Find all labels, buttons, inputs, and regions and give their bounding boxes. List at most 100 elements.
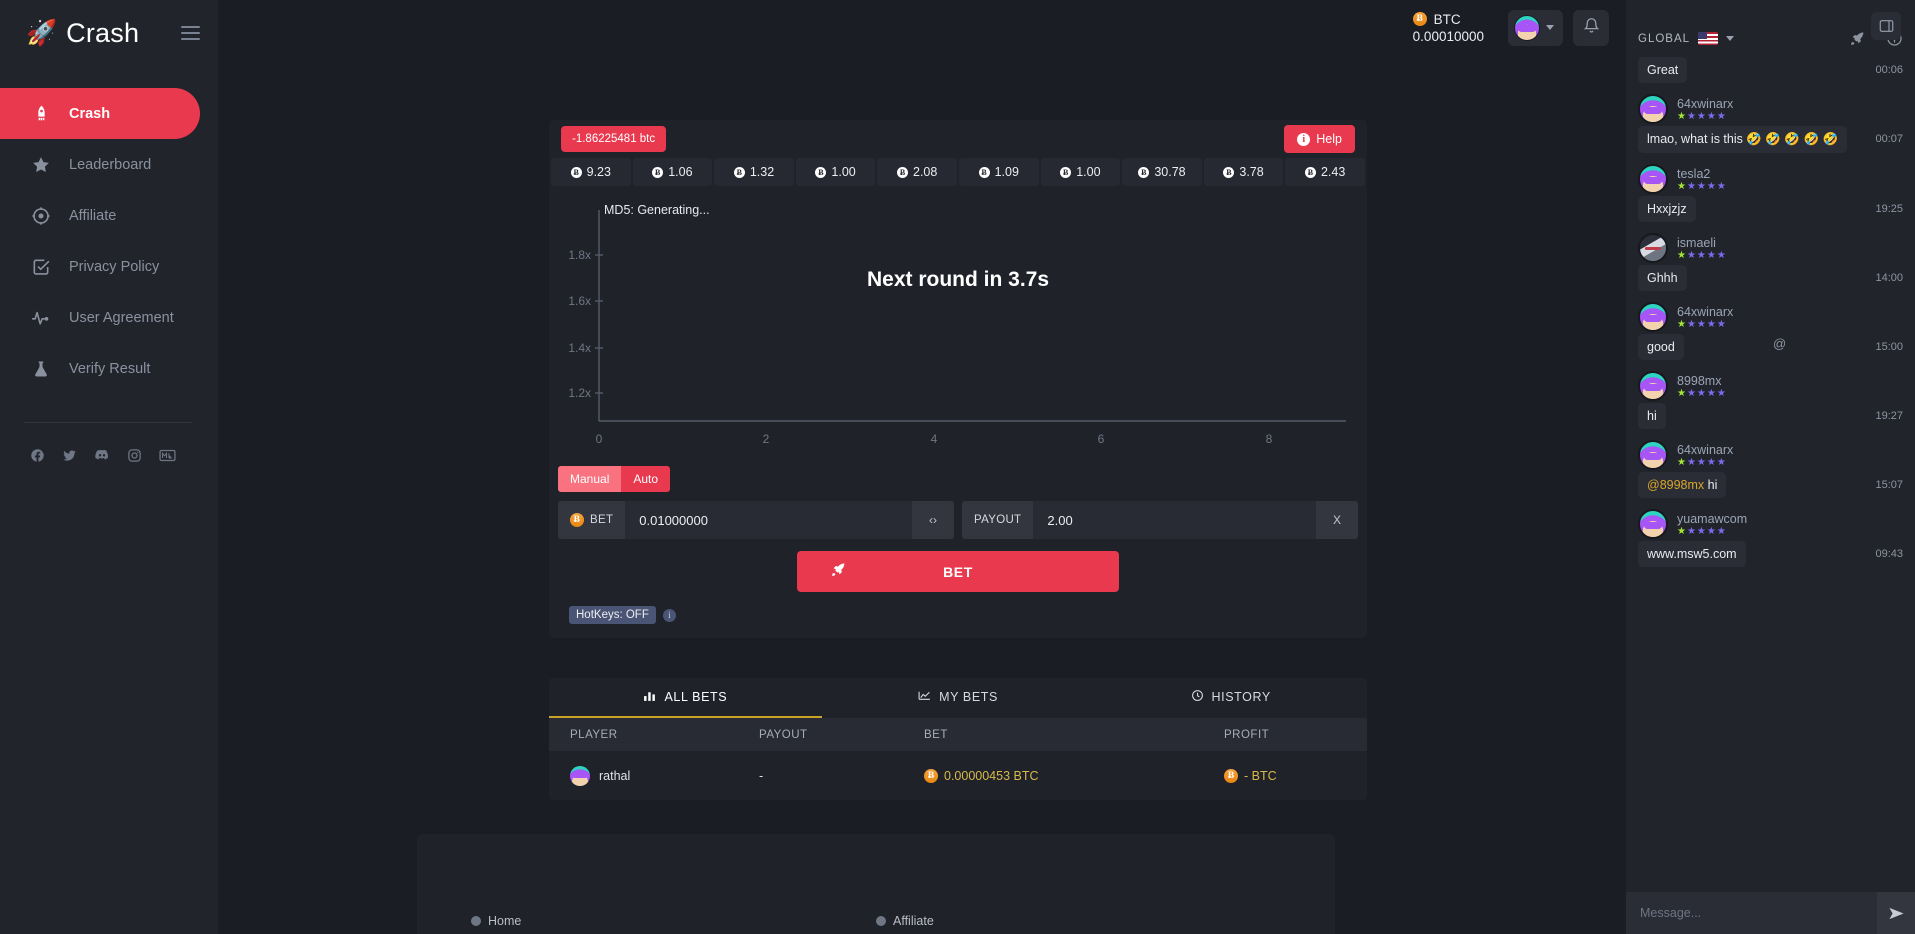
chat-timestamp: 09:43 <box>1875 541 1903 560</box>
chat-message-author[interactable]: 64xwinarx★★★★★ <box>1638 440 1903 470</box>
svg-text:0: 0 <box>596 432 603 446</box>
chat-message-line: hi19:27 <box>1638 403 1903 429</box>
brand[interactable]: 🚀 Crash <box>26 18 139 49</box>
swap-icon[interactable]: ‹› <box>912 501 954 539</box>
bitcoin-icon: Ƀ <box>897 167 908 178</box>
account-menu-button[interactable] <box>1508 10 1563 46</box>
chat-message-input[interactable] <box>1626 892 1877 934</box>
sidebar-item-verify-result[interactable]: Verify Result <box>0 343 200 394</box>
chat-bubble[interactable]: www.msw5.com <box>1638 541 1746 567</box>
avatar <box>570 766 590 786</box>
history-chip[interactable]: Ƀ30.78 <box>1122 158 1202 186</box>
chat-message-line: good@15:00 <box>1638 334 1903 360</box>
chat-mention[interactable]: @8998mx <box>1647 478 1704 492</box>
instagram-icon[interactable] <box>127 448 142 463</box>
chevron-down-icon[interactable] <box>1726 36 1734 41</box>
payout-input[interactable] <box>1033 513 1316 528</box>
chat-message-author[interactable]: 64xwinarx★★★★★ <box>1638 94 1903 124</box>
history-chip[interactable]: Ƀ2.08 <box>877 158 957 186</box>
hamburger-menu-icon[interactable] <box>181 26 200 40</box>
chat-message-author[interactable]: ismaeli★★★★★ <box>1638 233 1903 263</box>
history-chip[interactable]: Ƀ1.06 <box>633 158 713 186</box>
bet-amount: 0.00000453 BTC <box>944 769 1039 783</box>
chat-bubble[interactable]: good <box>1638 334 1684 360</box>
social-links <box>0 423 218 463</box>
md-icon[interactable] <box>159 449 176 462</box>
hotkeys-toggle[interactable]: HotKeys: OFF <box>569 606 656 624</box>
chat-bubble[interactable]: hi <box>1638 403 1666 429</box>
tab-history[interactable]: HISTORY <box>1094 678 1367 718</box>
history-multiplier: 3.78 <box>1239 165 1263 179</box>
cell-profit: Ƀ - BTC <box>1224 769 1367 783</box>
history-multiplier: 1.00 <box>1076 165 1100 179</box>
bitcoin-icon: Ƀ <box>734 167 745 178</box>
tab-all-bets[interactable]: ALL BETS <box>549 678 822 718</box>
history-chip[interactable]: Ƀ2.43 <box>1285 158 1365 186</box>
sidebar-item-user-agreement[interactable]: User Agreement <box>0 292 200 343</box>
author-info: 8998mx★★★★★ <box>1677 374 1727 399</box>
footer-link-home[interactable]: Home <box>471 914 876 928</box>
chat-message-author[interactable]: yuamawcom★★★★★ <box>1638 509 1903 539</box>
tab-auto[interactable]: Auto <box>621 466 670 492</box>
bet-inputs-row: Ƀ BET ‹› PAYOUT X <box>558 501 1358 539</box>
chat-message-author[interactable]: tesla2★★★★★ <box>1638 164 1903 194</box>
footer-link-affiliate[interactable]: Affiliate <box>876 914 1281 928</box>
history-chip[interactable]: Ƀ1.00 <box>796 158 876 186</box>
avatar <box>1638 509 1668 539</box>
bitcoin-icon: Ƀ <box>1223 167 1234 178</box>
sidebar-item-crash[interactable]: Crash <box>0 88 200 139</box>
history-multiplier: 2.43 <box>1321 165 1345 179</box>
chat-messages[interactable]: Great00:0664xwinarx★★★★★lmao, what is th… <box>1626 55 1915 892</box>
rocket-icon[interactable] <box>1849 30 1866 47</box>
chat-bubble[interactable]: Hxxjzjz <box>1638 196 1696 222</box>
chat-message-author[interactable]: 64xwinarx★★★★★ <box>1638 302 1903 332</box>
bet-amount-field: Ƀ BET ‹› <box>558 501 954 539</box>
history-chip[interactable]: Ƀ9.23 <box>551 158 631 186</box>
help-button[interactable]: i Help <box>1284 125 1355 153</box>
history-chip[interactable]: Ƀ 3.78 <box>1204 158 1284 186</box>
chat-timestamp: 15:07 <box>1875 472 1903 491</box>
game-header: -1.86225481 btc i Help <box>549 120 1367 158</box>
expand-panel-icon[interactable] <box>1871 12 1901 40</box>
facebook-icon[interactable] <box>30 448 45 463</box>
place-bet-button[interactable]: BET <box>797 551 1119 592</box>
bet-field-label: Ƀ BET <box>558 501 625 539</box>
history-chip[interactable]: Ƀ1.00 <box>1041 158 1121 186</box>
table-row[interactable]: rathal - Ƀ 0.00000453 BTC Ƀ - BTC <box>549 751 1367 800</box>
bet-amount-input[interactable] <box>625 513 912 528</box>
author-name: yuamawcom <box>1677 512 1747 526</box>
svg-text:1.8x: 1.8x <box>568 248 591 262</box>
game-panel: -1.86225481 btc i Help Ƀ9.23Ƀ1.06Ƀ1.32Ƀ1… <box>549 120 1367 638</box>
chat-bubble[interactable]: @8998mx hi <box>1638 472 1726 498</box>
chat-bubble[interactable]: Great <box>1638 57 1687 83</box>
tab-my-bets[interactable]: MY BETS <box>822 678 1095 718</box>
author-info: 64xwinarx★★★★★ <box>1677 443 1733 468</box>
chat-bubble[interactable]: Ghhh <box>1638 265 1687 291</box>
author-name: 64xwinarx <box>1677 97 1733 111</box>
chat-message-author[interactable]: 8998mx★★★★★ <box>1638 371 1903 401</box>
chat-timestamp: 00:06 <box>1875 57 1903 76</box>
sidebar-item-affiliate[interactable]: Affiliate <box>0 190 200 241</box>
twitter-icon[interactable] <box>62 448 77 463</box>
balance-display[interactable]: Ƀ BTC 0.00010000 <box>1413 12 1484 44</box>
clear-payout-button[interactable]: X <box>1316 501 1358 539</box>
svg-text:1.2x: 1.2x <box>568 386 591 400</box>
us-flag-icon[interactable] <box>1698 32 1718 45</box>
chat-bubble[interactable]: lmao, what is this 🤣 🤣 🤣 🤣 🤣 <box>1638 126 1847 153</box>
bitcoin-icon: Ƀ <box>979 167 990 178</box>
tab-manual[interactable]: Manual <box>558 466 621 492</box>
history-chip[interactable]: Ƀ1.32 <box>714 158 794 186</box>
sidebar-item-privacy-policy[interactable]: Privacy Policy <box>0 241 200 292</box>
info-icon[interactable]: i <box>663 609 676 622</box>
chat-message-line: @8998mx hi 15:07 <box>1638 472 1903 498</box>
notifications-button[interactable] <box>1573 10 1609 46</box>
column-header-profit: PROFIT <box>1224 729 1367 741</box>
main-content: Ƀ BTC 0.00010000 -1.86225481 btc <box>218 0 1625 934</box>
discord-icon[interactable] <box>94 447 110 463</box>
chat-message: 64xwinarx★★★★★good@15:00 <box>1638 302 1903 360</box>
profit-amount: - BTC <box>1244 769 1277 783</box>
sidebar-item-leaderboard[interactable]: Leaderboard <box>0 139 200 190</box>
avatar <box>1638 371 1668 401</box>
history-chip[interactable]: Ƀ1.09 <box>959 158 1039 186</box>
send-icon[interactable] <box>1877 892 1915 934</box>
